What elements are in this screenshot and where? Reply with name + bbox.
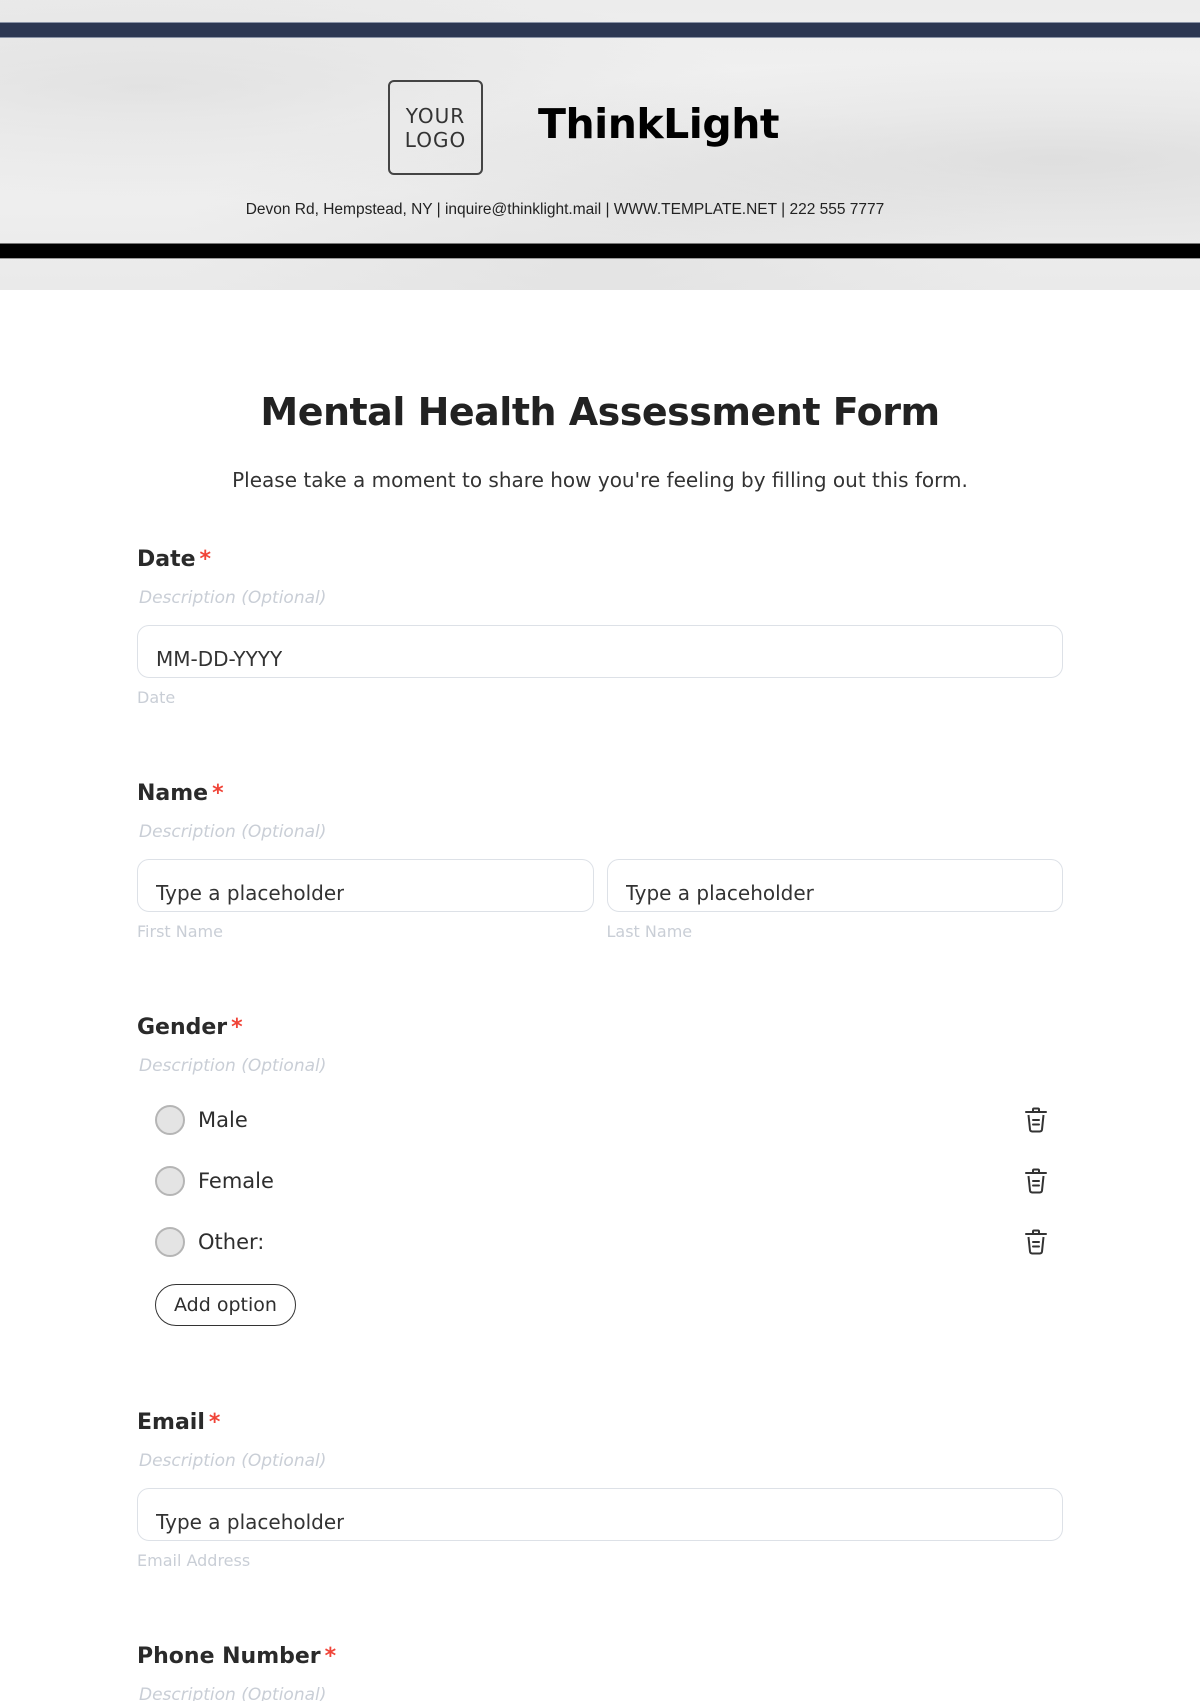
last-name-placeholder: Type a placeholder: [625, 881, 814, 905]
gender-description[interactable]: Description (Optional): [139, 1055, 1063, 1077]
email-sublabel: Email Address: [137, 1551, 251, 1570]
add-option-button[interactable]: Add option: [155, 1284, 296, 1326]
required-marker: *: [231, 1015, 243, 1040]
email-input[interactable]: Type a placeholder: [137, 1488, 1063, 1541]
first-name-input[interactable]: Type a placeholder: [137, 859, 594, 912]
name-description[interactable]: Description (Optional): [139, 821, 1063, 843]
email-label-text: Email: [137, 1410, 205, 1435]
brand-name: ThinkLight: [538, 100, 779, 148]
gender-label-text: Gender: [137, 1015, 228, 1040]
option-label: Female: [198, 1168, 274, 1193]
date-label-text: Date: [137, 547, 196, 572]
last-name-column: Type a placeholder Last Name: [606, 843, 1063, 942]
logo-placeholder: YOUR LOGO: [388, 80, 483, 175]
form-subtitle: Please take a moment to share how you're…: [232, 468, 968, 492]
radio-button[interactable]: [155, 1104, 185, 1135]
email-description[interactable]: Description (Optional): [139, 1450, 1063, 1472]
form-title: Mental Health Assessment Form: [260, 390, 940, 434]
last-name-sublabel: Last Name: [606, 922, 693, 941]
trash-icon[interactable]: [1023, 1228, 1049, 1256]
email-label: Email *: [137, 1408, 1063, 1438]
date-label: Date *: [137, 545, 1063, 575]
phone-label: Phone Number *: [137, 1642, 1063, 1672]
date-placeholder: MM-DD-YYYY: [156, 647, 283, 671]
name-label: Name *: [137, 779, 1063, 809]
option-label: Other:: [198, 1229, 265, 1254]
date-description[interactable]: Description (Optional): [139, 587, 1063, 609]
trash-icon[interactable]: [1023, 1167, 1049, 1195]
logo-text-line2: LOGO: [404, 127, 467, 152]
required-marker: *: [199, 547, 212, 572]
gender-option[interactable]: Female: [137, 1150, 1063, 1211]
first-name-column: Type a placeholder First Name: [137, 843, 594, 942]
option-label: Male: [198, 1107, 248, 1132]
gender-option[interactable]: Male: [137, 1089, 1063, 1150]
header-top-bar: [0, 22, 1200, 38]
header-banner: YOUR LOGO ThinkLight Devon Rd, Hempstead…: [0, 0, 1200, 290]
name-inputs: Type a placeholder First Name Type a pla…: [137, 843, 1063, 942]
date-sublabel: Date: [137, 688, 176, 707]
first-name-sublabel: First Name: [137, 922, 223, 941]
name-label-text: Name: [137, 781, 209, 806]
phone-field: Phone Number * Description (Optional): [137, 1642, 1063, 1701]
gender-label: Gender *: [137, 1013, 1063, 1043]
trash-icon[interactable]: [1023, 1106, 1049, 1134]
gender-option[interactable]: Other:: [137, 1211, 1063, 1272]
last-name-input[interactable]: Type a placeholder: [606, 859, 1063, 912]
phone-label-text: Phone Number: [137, 1644, 321, 1669]
phone-description[interactable]: Description (Optional): [139, 1684, 1063, 1701]
email-field: Email * Description (Optional) Type a pla…: [137, 1408, 1063, 1571]
first-name-placeholder: Type a placeholder: [156, 881, 345, 905]
date-field: Date * Description (Optional) MM-DD-YYYY …: [137, 545, 1063, 708]
radio-button[interactable]: [155, 1165, 185, 1196]
gender-field: Gender * Description (Optional) Male Fema…: [137, 1013, 1063, 1326]
logo-text-line1: YOUR: [405, 103, 466, 128]
name-field: Name * Description (Optional) Type a plac…: [137, 779, 1063, 942]
required-marker: *: [208, 1410, 221, 1435]
required-marker: *: [212, 781, 224, 806]
required-marker: *: [324, 1644, 337, 1669]
gender-options: Male Female Other:: [137, 1089, 1063, 1272]
contact-info: Devon Rd, Hempstead, NY | inquire@thinkl…: [245, 201, 885, 218]
email-placeholder: Type a placeholder: [156, 1510, 345, 1534]
header-bottom-bar: [0, 243, 1200, 259]
radio-button[interactable]: [155, 1226, 185, 1257]
date-input[interactable]: MM-DD-YYYY: [137, 625, 1063, 678]
